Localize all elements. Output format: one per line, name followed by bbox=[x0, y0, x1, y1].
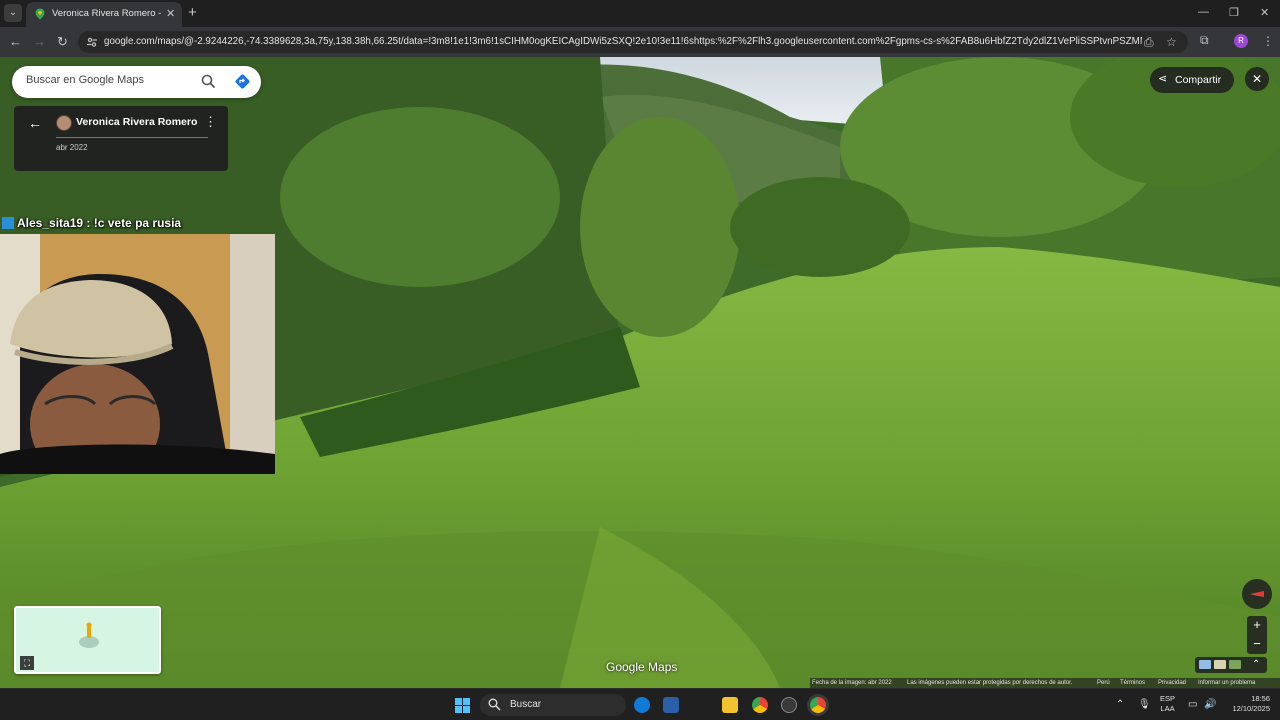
input-language[interactable]: ESP LAA bbox=[1160, 694, 1175, 714]
directions-icon[interactable] bbox=[234, 73, 251, 90]
maps-search-box bbox=[12, 66, 261, 98]
chat-text: Ales_sita19 : !c vete pa rusia bbox=[17, 216, 182, 230]
capture-date: abr 2022 bbox=[56, 143, 88, 152]
footer-privacy-link[interactable]: Privacidad bbox=[1158, 680, 1186, 686]
pegman-icon bbox=[79, 622, 99, 648]
browser-menu-icon[interactable]: ⋮ bbox=[1262, 34, 1274, 48]
taskbar-search[interactable]: Buscar bbox=[480, 694, 626, 716]
store-icon[interactable] bbox=[663, 697, 679, 713]
compass-needle-icon bbox=[1250, 591, 1264, 597]
chrome-icon[interactable] bbox=[752, 697, 768, 713]
zoom-out-icon[interactable]: − bbox=[1247, 635, 1267, 654]
restore-icon[interactable]: ❐ bbox=[1229, 6, 1239, 19]
search-icon bbox=[488, 698, 501, 711]
footer-copyright-notice[interactable]: Las imágenes pueden estar protegidas por… bbox=[907, 680, 1072, 686]
expand-minimap-icon[interactable]: ⛶ bbox=[20, 656, 34, 670]
footer-report-link[interactable]: Informar un problema bbox=[1198, 680, 1255, 686]
back-arrow-icon[interactable]: ← bbox=[28, 116, 42, 130]
chevron-down-icon: ⌄ bbox=[8, 7, 18, 18]
browser-toolbar: ← → ↻ google.com/maps/@-2.9244226,-74.33… bbox=[0, 27, 1280, 57]
new-tab-button[interactable]: + bbox=[188, 5, 197, 20]
network-icon[interactable]: ▭ bbox=[1188, 699, 1197, 711]
share-icon: ⋖ bbox=[1158, 73, 1168, 85]
forward-icon[interactable]: → bbox=[33, 34, 46, 49]
url-text[interactable]: google.com/maps/@-2.9244226,-74.3389628,… bbox=[104, 36, 1142, 47]
webcam-feed bbox=[0, 234, 275, 474]
taskbar-search-label: Buscar bbox=[510, 699, 542, 710]
tab-list-button[interactable]: ⌄ bbox=[4, 4, 22, 22]
volume-icon[interactable]: 🔊 bbox=[1204, 699, 1216, 711]
google-maps-watermark: Google Maps bbox=[606, 660, 678, 674]
contributor-name[interactable]: Veronica Rivera Romero bbox=[76, 116, 197, 128]
street-view-panorama[interactable]: ← Veronica Rivera Romero ⋮ abr 2022 Ales… bbox=[0, 57, 1280, 688]
microphone-icon[interactable]: 🎙 bbox=[1138, 699, 1151, 711]
tab-close-icon[interactable]: ✕ bbox=[166, 7, 175, 20]
layer-thumb-1[interactable] bbox=[1199, 660, 1211, 669]
close-icon: ✕ bbox=[1251, 72, 1263, 86]
system-clock[interactable]: 18:56 12/10/2025 bbox=[1226, 694, 1270, 714]
attribution-footer: Fecha de la imagen: abr 2022 Las imágene… bbox=[810, 678, 1280, 688]
plus-icon: + bbox=[188, 4, 197, 21]
chevron-up-icon[interactable]: ⌃ bbox=[1252, 657, 1264, 670]
chrome-profile-icon[interactable] bbox=[810, 697, 826, 713]
profile-avatar[interactable]: R bbox=[1234, 34, 1248, 48]
maps-search-input[interactable] bbox=[26, 74, 196, 86]
maps-favicon-icon bbox=[35, 8, 45, 20]
steam-icon[interactable] bbox=[781, 697, 797, 713]
footer-country: Perú bbox=[1097, 680, 1110, 686]
start-menu-icon[interactable] bbox=[455, 698, 471, 714]
compass-control[interactable] bbox=[1242, 579, 1272, 609]
install-app-icon[interactable]: ⎙ bbox=[1144, 36, 1154, 48]
extensions-icon[interactable]: ⧉ bbox=[1200, 34, 1209, 46]
back-icon[interactable]: ← bbox=[9, 34, 22, 49]
search-icon[interactable] bbox=[201, 74, 216, 89]
stream-chat-message: Ales_sita19 : !c vete pa rusia bbox=[2, 216, 181, 230]
share-label: Compartir bbox=[1175, 74, 1222, 86]
site-info-icon[interactable] bbox=[86, 36, 98, 48]
tab-bar: ⌄ Veronica Rivera Romero - Goog ✕ + — ❐ … bbox=[0, 0, 1280, 27]
contributor-avatar[interactable] bbox=[56, 115, 72, 131]
layers-thumbnails[interactable]: ⌃ bbox=[1195, 657, 1267, 673]
bookmark-star-icon[interactable]: ☆ bbox=[1166, 36, 1177, 48]
reload-icon[interactable]: ↻ bbox=[57, 34, 68, 49]
clock-time: 18:56 bbox=[1251, 694, 1270, 703]
layer-thumb-3[interactable] bbox=[1229, 660, 1241, 669]
minimize-icon[interactable]: — bbox=[1198, 6, 1209, 18]
share-button[interactable]: ⋖ Compartir bbox=[1150, 67, 1234, 93]
edge-icon[interactable] bbox=[634, 697, 650, 713]
footer-terms-link[interactable]: Términos bbox=[1120, 680, 1145, 686]
footer-image-date: Fecha de la imagen: abr 2022 bbox=[812, 680, 892, 686]
windows-taskbar: Buscar ⌃ 🎙 ESP LAA ▭ 🔊 18:56 12/10/2025 bbox=[0, 688, 1280, 720]
lang-code: ESP bbox=[1160, 694, 1176, 703]
clock-date: 12/10/2025 bbox=[1232, 704, 1270, 713]
divider bbox=[56, 137, 208, 138]
zoom-in-icon[interactable]: + bbox=[1247, 616, 1267, 635]
more-options-icon[interactable]: ⋮ bbox=[204, 115, 217, 129]
tab-title: Veronica Rivera Romero - Goog bbox=[52, 8, 164, 19]
chat-badge-icon bbox=[2, 217, 14, 229]
webcam-overlay bbox=[0, 234, 275, 474]
lang-layout: LAA bbox=[1160, 704, 1175, 713]
address-bar[interactable]: google.com/maps/@-2.9244226,-74.3389628,… bbox=[78, 31, 1188, 53]
window-close-icon[interactable]: ✕ bbox=[1260, 6, 1269, 19]
tab-active[interactable]: Veronica Rivera Romero - Goog ✕ bbox=[26, 2, 182, 27]
minimap[interactable]: ⛶ bbox=[14, 606, 161, 674]
tray-overflow-icon[interactable]: ⌃ bbox=[1116, 699, 1124, 711]
zoom-control: + − bbox=[1247, 616, 1267, 654]
close-street-view-button[interactable]: ✕ bbox=[1245, 67, 1269, 91]
photo-info-card: ← Veronica Rivera Romero ⋮ abr 2022 bbox=[14, 106, 228, 171]
layer-thumb-2[interactable] bbox=[1214, 660, 1226, 669]
file-explorer-icon[interactable] bbox=[722, 697, 738, 713]
